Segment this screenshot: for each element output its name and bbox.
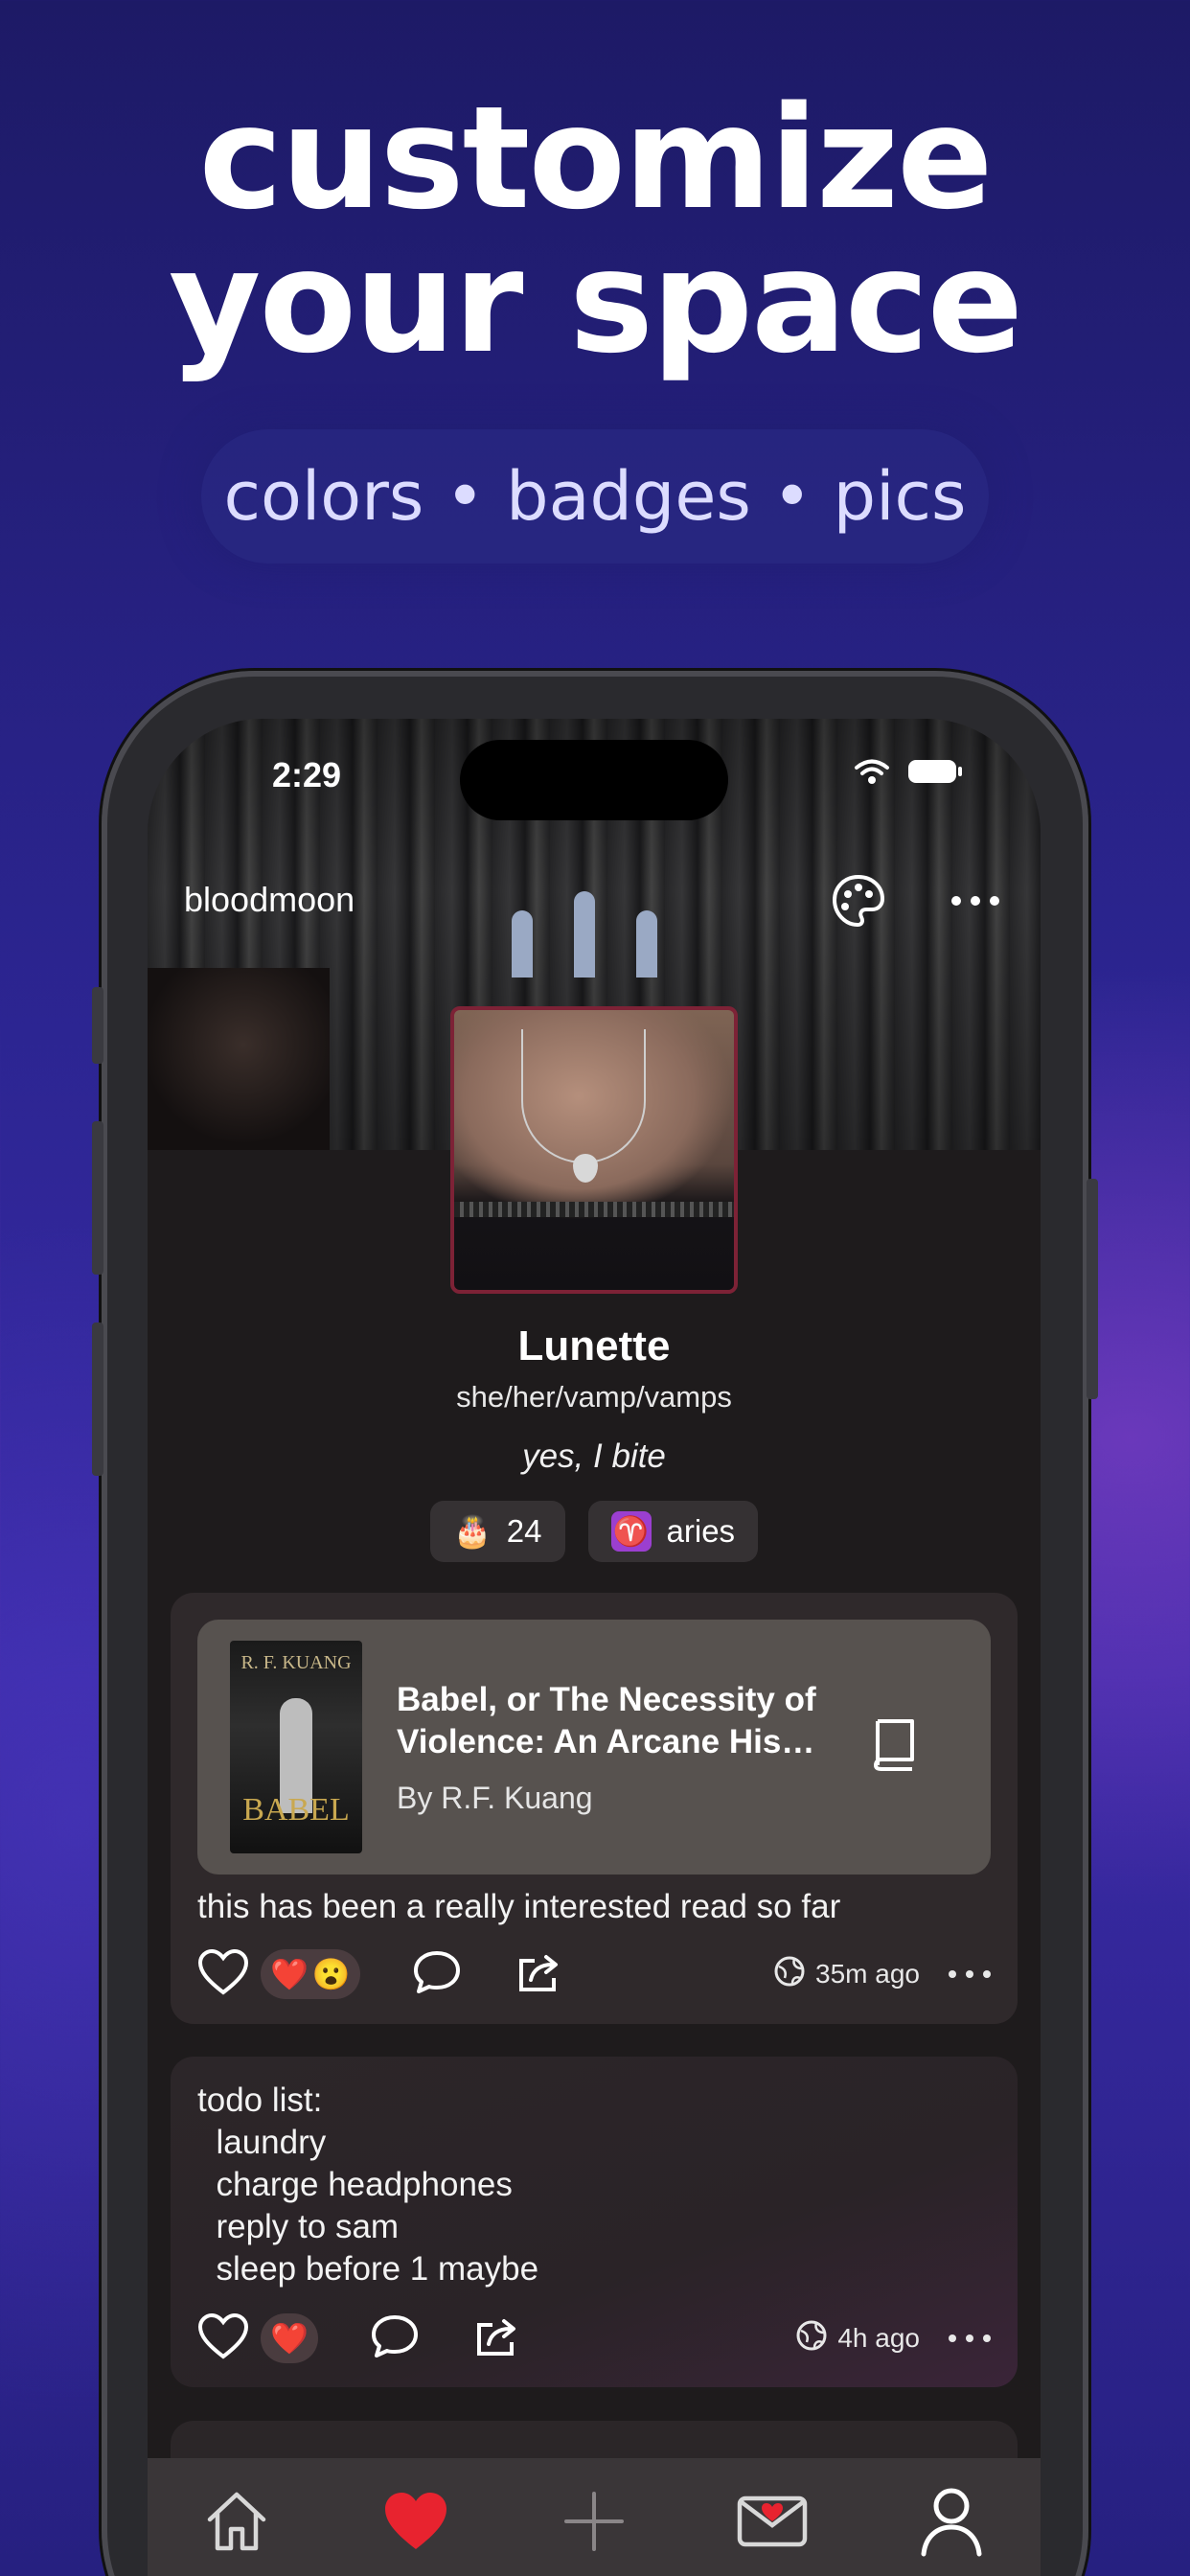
badge-zodiac[interactable]: ♈ aries xyxy=(587,1501,759,1562)
side-button xyxy=(92,1121,103,1275)
tab-bar xyxy=(148,2458,1041,2576)
mail-heart-icon[interactable] xyxy=(724,2473,820,2569)
battery-icon xyxy=(906,757,964,791)
book-card[interactable]: R. F. KUANG BABEL Babel, or The Necessit… xyxy=(197,1620,991,1874)
tagline-text: colors • badges • pics xyxy=(223,457,967,536)
badges-row: 🎂 24 ♈ aries xyxy=(148,1501,1041,1562)
phone-screen: 2:29 bloodmoon Lunette she/her/vamp/vamp… xyxy=(148,719,1041,2576)
timestamp-text: 4h ago xyxy=(837,2323,920,2353)
cover-author: R. F. KUANG xyxy=(240,1652,352,1673)
post-text: this has been a really interested read s… xyxy=(197,1888,841,1925)
profile-username: bloodmoon xyxy=(184,880,355,919)
post-more-icon[interactable] xyxy=(949,1970,991,1978)
dynamic-island xyxy=(460,740,728,820)
side-button xyxy=(1087,1179,1098,1399)
share-icon[interactable] xyxy=(515,1949,563,2000)
necklace-pendant xyxy=(573,1154,598,1183)
tagline-pill: colors • badges • pics xyxy=(201,429,989,564)
necklace-chain xyxy=(521,1029,646,1163)
headline-line-1: customize xyxy=(198,76,993,241)
avatar[interactable] xyxy=(450,1006,738,1294)
reactions-pill[interactable]: ❤️ xyxy=(261,2313,318,2363)
plus-icon[interactable] xyxy=(546,2473,642,2569)
share-icon[interactable] xyxy=(473,2313,521,2364)
cover-title: BABEL xyxy=(242,1792,350,1828)
status-icons xyxy=(853,757,964,791)
more-options-icon[interactable] xyxy=(947,882,1004,920)
side-button xyxy=(92,1322,103,1476)
post-text: todo list: laundry charge headphones rep… xyxy=(197,2082,539,2288)
surprised-reaction: 😮 xyxy=(311,1957,351,1991)
wifi-icon xyxy=(853,757,891,791)
post-timestamp: 35m ago xyxy=(773,1955,920,1994)
post-timestamp: 4h ago xyxy=(795,2319,920,2358)
profile-icon[interactable] xyxy=(904,2473,999,2569)
badge-age[interactable]: 🎂 24 xyxy=(429,1501,565,1562)
badge-label: aries xyxy=(666,1513,736,1549)
bio: yes, I bite xyxy=(522,1438,666,1475)
cake-icon: 🎂 xyxy=(452,1514,492,1549)
display-name: Lunette xyxy=(517,1322,671,1369)
home-icon[interactable] xyxy=(189,2473,285,2569)
heart-icon[interactable] xyxy=(368,2473,464,2569)
post-card[interactable]: R. F. KUANG BABEL Babel, or The Necessit… xyxy=(171,1593,1018,2024)
pronouns: she/her/vamp/vamps xyxy=(456,1380,732,1414)
book-cover: R. F. KUANG BABEL xyxy=(230,1641,362,1853)
timestamp-text: 35m ago xyxy=(815,1959,920,1989)
post-actions: ❤️ 😮 35m ago xyxy=(197,1945,991,2003)
heart-reaction: ❤️ xyxy=(270,1957,309,1991)
globe-icon xyxy=(773,1955,806,1994)
book-author: By R.F. Kuang xyxy=(397,1781,593,1815)
aries-icon: ♈ xyxy=(610,1511,652,1552)
post-more-icon[interactable] xyxy=(949,2334,991,2342)
comment-icon[interactable] xyxy=(370,2313,420,2364)
statue-shape xyxy=(148,968,330,1150)
palette-icon[interactable] xyxy=(830,872,887,930)
headline-line-2: your space xyxy=(168,219,1023,384)
like-heart-icon[interactable] xyxy=(197,2312,249,2365)
post-card[interactable]: todo list: laundry charge headphones rep… xyxy=(171,2057,1018,2387)
book-icon xyxy=(868,1715,922,1778)
comment-icon[interactable] xyxy=(412,1949,462,2000)
badge-label: 24 xyxy=(506,1513,542,1549)
window-arch xyxy=(574,891,595,978)
globe-icon xyxy=(795,2319,828,2358)
side-button xyxy=(92,987,103,1064)
reactions-pill[interactable]: ❤️ 😮 xyxy=(261,1949,360,1999)
lace-trim xyxy=(454,1202,734,1217)
window-arch xyxy=(512,910,533,978)
promo-headline: customize your space xyxy=(0,86,1190,374)
book-title: Babel, or The Necessity of Violence: An … xyxy=(397,1681,816,1760)
post-actions: ❤️ 4h ago xyxy=(197,2310,991,2367)
status-time: 2:29 xyxy=(272,755,342,794)
window-arch xyxy=(636,910,657,978)
like-heart-icon[interactable] xyxy=(197,1948,249,2001)
heart-reaction: ❤️ xyxy=(270,2321,309,2356)
